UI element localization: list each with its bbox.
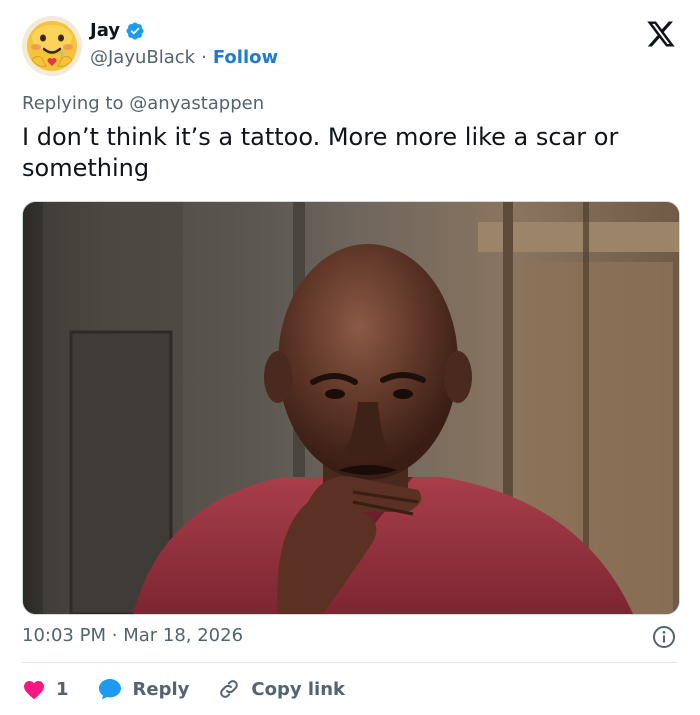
- tweet-media-image[interactable]: [22, 201, 680, 615]
- replying-to-line: Replying to @anyastappen: [22, 93, 264, 114]
- author-handle-row: @JayuBlack · Follow: [90, 47, 278, 68]
- reply-label: Reply: [132, 678, 190, 700]
- verified-badge-icon: [126, 21, 144, 40]
- author-name-row: Jay: [90, 20, 145, 41]
- follow-button[interactable]: Follow: [213, 47, 278, 68]
- replying-to-prefix: Replying to: [22, 93, 124, 114]
- reply-mention-link[interactable]: @anyastappen: [129, 93, 264, 114]
- reply-bubble-icon: [98, 679, 121, 700]
- tweet-time: 10:03 PM: [22, 625, 106, 646]
- tweet-timestamp[interactable]: 10:03 PM · Mar 18, 2026: [22, 625, 243, 646]
- x-logo-icon[interactable]: [646, 20, 676, 48]
- reply-button[interactable]: Reply: [97, 677, 190, 701]
- action-bar: 1 Reply Copy link: [22, 674, 373, 704]
- like-button[interactable]: 1: [22, 678, 69, 700]
- copy-link-label: Copy link: [251, 678, 345, 700]
- divider: [22, 662, 678, 663]
- timestamp-separator: ·: [111, 625, 118, 646]
- avatar[interactable]: [22, 16, 82, 76]
- author-name[interactable]: Jay: [90, 20, 120, 41]
- handle-separator: ·: [201, 47, 207, 68]
- tweet-text: I don’t think it’s a tattoo. More more l…: [22, 123, 619, 182]
- info-icon[interactable]: [652, 625, 676, 649]
- tweet-card: Jay @JayuBlack · Follow Replying to @any…: [0, 0, 700, 715]
- tweet-date: Mar 18, 2026: [123, 625, 244, 646]
- blushing-emoji-avatar-icon: [22, 16, 82, 76]
- heart-icon: [24, 681, 44, 700]
- author-handle[interactable]: @JayuBlack: [90, 47, 195, 68]
- like-count: 1: [56, 678, 69, 700]
- copy-link-button[interactable]: Copy link: [217, 677, 345, 701]
- link-icon: [220, 680, 239, 698]
